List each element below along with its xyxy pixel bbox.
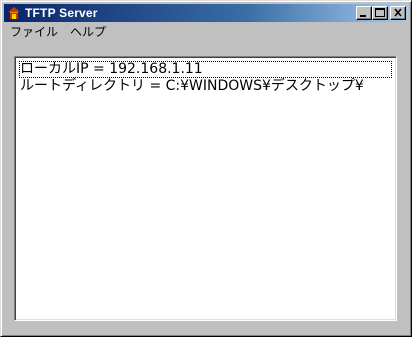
log-list: ローカルIP = 192.168.1.11 ルートディレクトリ = C:¥WIN…	[19, 61, 392, 95]
menu-bar: ファイル ヘルプ	[4, 23, 408, 41]
app-icon[interactable]	[7, 6, 21, 20]
menu-help[interactable]: ヘルプ	[64, 23, 112, 41]
title-buttons	[356, 6, 406, 20]
window-title: TFTP Server	[25, 6, 98, 20]
minimize-button[interactable]	[356, 6, 372, 20]
maximize-icon	[375, 8, 385, 17]
close-button[interactable]	[390, 6, 406, 20]
menu-file[interactable]: ファイル	[4, 23, 64, 41]
close-icon	[394, 8, 402, 17]
minimize-icon	[360, 15, 366, 17]
log-listbox[interactable]: ローカルIP = 192.168.1.11 ルートディレクトリ = C:¥WIN…	[14, 56, 397, 321]
maximize-button[interactable]	[372, 6, 388, 20]
app-window: TFTP Server ファイル ヘルプ ローカルIP = 192.168.1.…	[0, 0, 412, 337]
log-line-root-dir[interactable]: ルートディレクトリ = C:¥WINDOWS¥デスクトップ¥	[19, 78, 392, 95]
log-line-local-ip[interactable]: ローカルIP = 192.168.1.11	[19, 61, 392, 78]
title-bar[interactable]: TFTP Server	[4, 4, 408, 22]
